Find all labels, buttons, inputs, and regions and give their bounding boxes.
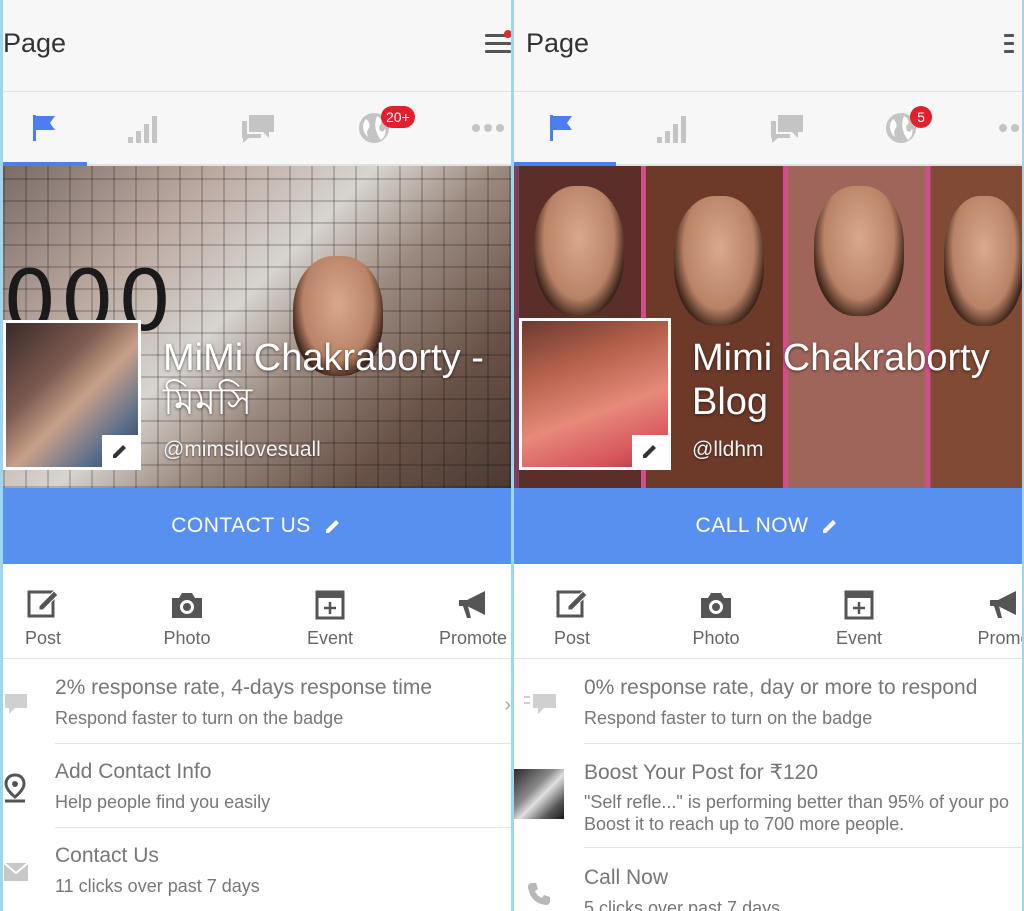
cover-face — [814, 186, 904, 316]
profile-picture[interactable] — [3, 320, 141, 470]
post-button[interactable]: Post — [522, 564, 622, 659]
calendar-add-icon — [315, 590, 345, 620]
tab-messages[interactable] — [213, 92, 303, 164]
event-button[interactable]: Event — [280, 564, 380, 659]
compose-icon — [27, 590, 59, 618]
tab-notifications[interactable]: 20+ — [329, 92, 419, 164]
tab-notifications[interactable]: 5 — [856, 92, 946, 164]
call-now-row[interactable]: Call Now 5 clicks over past 7 days — [514, 850, 1022, 911]
tab-insights[interactable] — [628, 92, 718, 164]
contact-us-row[interactable]: Contact Us 11 clicks over past 7 days — [3, 828, 511, 911]
cover-face — [674, 196, 764, 326]
notification-badge: 5 — [910, 106, 932, 128]
tab-page[interactable] — [514, 92, 604, 164]
post-button[interactable]: Post — [3, 564, 93, 659]
tab-insights[interactable] — [99, 92, 189, 164]
cover-face — [944, 196, 1022, 326]
hamburger-menu-icon[interactable] — [1004, 34, 1022, 54]
promote-button[interactable]: Promo — [954, 564, 1022, 659]
megaphone-icon — [459, 591, 485, 618]
right-page-panel: Page 5 Mimi Chakraborty Blog @lldhm CALL… — [514, 0, 1022, 911]
flag-icon — [33, 115, 55, 141]
edit-profile-picture-button[interactable] — [102, 435, 138, 467]
contact-us-button[interactable]: CONTACT US — [3, 488, 511, 564]
pencil-icon — [113, 445, 126, 458]
tab-more[interactable] — [443, 92, 511, 164]
photo-button[interactable]: Photo — [137, 564, 237, 659]
page-name: Mimi Chakraborty Blog — [692, 337, 990, 423]
calendar-add-icon — [844, 590, 874, 620]
phone-icon — [528, 883, 550, 905]
event-button[interactable]: Event — [809, 564, 909, 659]
notification-badge: 20+ — [381, 106, 415, 128]
response-rate-row[interactable]: 0% response rate, day or more to respond… — [514, 660, 1022, 744]
bar-chart-icon — [128, 116, 157, 143]
cta-label: CONTACT US — [171, 514, 311, 537]
camera-icon — [701, 593, 731, 618]
pencil-icon — [823, 520, 837, 533]
page-title: Page — [526, 28, 590, 58]
response-rate-row[interactable]: 2% response rate, 4-days response time R… — [3, 660, 511, 744]
chat-bubble-icon — [5, 694, 27, 714]
action-bar: Post Photo Event Promo — [514, 564, 1022, 659]
left-page-panel: Page 20+ 000 MiMi Chakraborty - মিমসি @m… — [3, 0, 511, 911]
messages-icon — [771, 115, 803, 143]
page-name: MiMi Chakraborty - মিমসি — [163, 337, 484, 423]
boost-post-row[interactable]: Boost Your Post for ₹120 "Self refle..."… — [514, 744, 1022, 848]
tab-more[interactable] — [970, 92, 1022, 164]
pencil-icon — [643, 445, 656, 458]
add-contact-info-row[interactable]: Add Contact Info Help people find you ea… — [3, 744, 511, 828]
flag-icon — [550, 115, 572, 141]
megaphone-icon — [990, 591, 1016, 618]
notification-dot — [504, 30, 511, 38]
profile-picture[interactable] — [519, 318, 671, 470]
more-icon — [999, 124, 1019, 132]
post-thumbnail — [514, 769, 564, 819]
promote-button[interactable]: Promote — [423, 564, 511, 659]
action-bar: Post Photo Event Promote — [3, 564, 511, 659]
page-username: @mimsilovesuall — [163, 438, 321, 461]
envelope-icon — [3, 862, 29, 881]
messages-icon — [242, 115, 274, 143]
page-title: Page — [3, 28, 67, 58]
top-bar: Page — [514, 0, 1022, 92]
chevron-icon: › — [504, 694, 511, 716]
tab-bar: 20+ — [3, 92, 511, 166]
top-bar: Page — [3, 0, 511, 92]
page-username: @lldhm — [692, 438, 764, 461]
photo-button[interactable]: Photo — [666, 564, 766, 659]
chat-bubble-icon — [524, 694, 556, 714]
cover-face — [534, 186, 624, 316]
tab-messages[interactable] — [742, 92, 832, 164]
location-pin-icon — [4, 773, 26, 803]
call-now-button[interactable]: CALL NOW — [514, 488, 1022, 564]
bar-chart-icon — [657, 116, 686, 143]
camera-icon — [172, 593, 202, 618]
compose-icon — [556, 590, 588, 618]
tab-page[interactable] — [3, 92, 87, 164]
tab-bar: 5 — [514, 92, 1022, 166]
more-icon — [472, 124, 504, 132]
cta-label: CALL NOW — [695, 514, 809, 537]
pencil-icon — [325, 520, 339, 533]
edit-profile-picture-button[interactable] — [632, 435, 668, 467]
